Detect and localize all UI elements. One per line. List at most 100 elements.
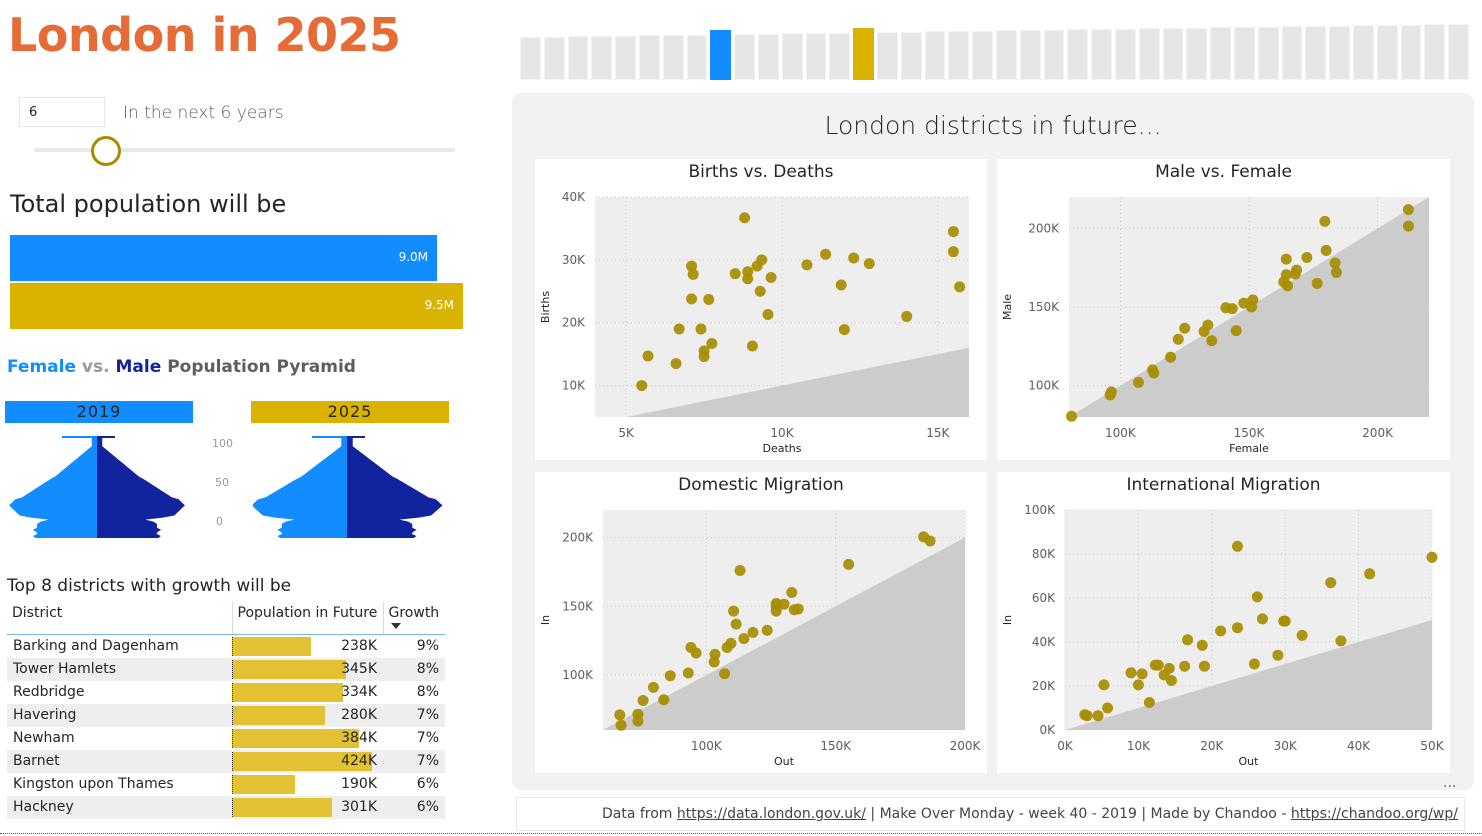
- total-bar-2025[interactable]: 9.5M: [10, 283, 463, 329]
- data-point[interactable]: [1256, 613, 1268, 625]
- data-point[interactable]: [695, 323, 707, 335]
- timeline-year-bar[interactable]: [639, 35, 660, 80]
- scatter-domestic-migration[interactable]: 100K 150K 200K 100K 150K 200K Out In: [535, 472, 987, 773]
- timeline-year-bar[interactable]: [1281, 26, 1303, 80]
- column-header-population[interactable]: Population in Future: [231, 602, 384, 635]
- timeline-year-bar[interactable]: [924, 31, 946, 80]
- data-point[interactable]: [1179, 660, 1191, 672]
- data-point[interactable]: [1330, 266, 1342, 278]
- data-point[interactable]: [738, 633, 750, 645]
- timeline-year-bar[interactable]: [853, 28, 874, 80]
- data-point[interactable]: [1251, 591, 1263, 603]
- timeline-year-bar[interactable]: [662, 35, 684, 80]
- data-point[interactable]: [1279, 615, 1291, 627]
- data-point[interactable]: [614, 709, 626, 721]
- data-point[interactable]: [1098, 679, 1110, 691]
- footer-link-data-source[interactable]: https://data.london.gov.uk/: [677, 806, 866, 822]
- timeline-year-bar[interactable]: [1115, 28, 1136, 80]
- data-point[interactable]: [754, 285, 766, 297]
- timeline-year-bar[interactable]: [1186, 27, 1208, 80]
- data-point[interactable]: [709, 648, 721, 660]
- timeline-year-bar[interactable]: [710, 30, 732, 80]
- data-point[interactable]: [729, 268, 741, 280]
- data-point[interactable]: [843, 558, 855, 570]
- pyramid-chart-2025[interactable]: [253, 432, 448, 540]
- timeline-year-bar[interactable]: [1257, 26, 1279, 80]
- scatter-births-deaths[interactable]: 5K 10K 15K 10K 20K 30K 40K Deaths Births: [535, 159, 987, 460]
- data-point[interactable]: [947, 226, 959, 238]
- table-row[interactable]: Redbridge 334K 8%: [7, 681, 445, 704]
- timeline-year-bar[interactable]: [1400, 24, 1422, 80]
- timeline-year-bar[interactable]: [948, 31, 970, 80]
- data-point[interactable]: [1163, 662, 1175, 674]
- timeline-year-bar[interactable]: [615, 35, 636, 80]
- timeline-year-bar[interactable]: [1019, 30, 1041, 80]
- data-point[interactable]: [1143, 697, 1155, 708]
- data-point[interactable]: [1148, 367, 1160, 379]
- data-point[interactable]: [835, 279, 847, 291]
- timeline-year-bar[interactable]: [996, 30, 1017, 80]
- data-point[interactable]: [1226, 303, 1238, 315]
- data-point[interactable]: [756, 254, 768, 266]
- data-point[interactable]: [1215, 625, 1227, 637]
- timeline-year-bar[interactable]: [900, 31, 922, 80]
- pyramid-chart-2019[interactable]: [8, 432, 193, 540]
- table-row[interactable]: Tower Hamlets 345K 8%: [7, 657, 445, 681]
- data-point[interactable]: [924, 535, 936, 547]
- data-point[interactable]: [765, 271, 777, 283]
- data-point[interactable]: [703, 293, 715, 305]
- data-point[interactable]: [820, 248, 832, 260]
- data-point[interactable]: [1102, 702, 1114, 714]
- timeline-year-bar[interactable]: [1376, 25, 1398, 80]
- data-point[interactable]: [1248, 658, 1260, 670]
- data-point[interactable]: [1206, 335, 1218, 347]
- data-point[interactable]: [1066, 410, 1078, 422]
- table-row[interactable]: Barnet 424K 7%: [7, 749, 445, 773]
- data-point[interactable]: [1402, 220, 1414, 232]
- data-point[interactable]: [1231, 540, 1243, 552]
- data-point[interactable]: [1132, 376, 1144, 388]
- data-point[interactable]: [1280, 253, 1292, 265]
- data-point[interactable]: [734, 565, 746, 576]
- data-point[interactable]: [1282, 280, 1294, 292]
- timeline-year-bar[interactable]: [591, 36, 613, 80]
- data-point[interactable]: [1291, 264, 1303, 276]
- timeline-year-bar[interactable]: [781, 33, 803, 80]
- data-point[interactable]: [1325, 577, 1337, 589]
- scatter-international-migration[interactable]: 0K 10K 20K 30K 40K 50K 0K 20K 40K 60K 80K 100K Out In: [997, 472, 1450, 773]
- data-point[interactable]: [1165, 675, 1177, 686]
- table-row[interactable]: Kingston upon Thames 190K 6%: [7, 773, 445, 796]
- data-point[interactable]: [1364, 568, 1376, 580]
- data-point[interactable]: [801, 259, 813, 271]
- data-point[interactable]: [1198, 660, 1210, 672]
- timeline-year-bar[interactable]: [1234, 27, 1255, 80]
- data-point[interactable]: [725, 637, 737, 649]
- data-point[interactable]: [632, 715, 644, 727]
- timeline-year-bar[interactable]: [972, 30, 993, 80]
- timeline-year-bar[interactable]: [567, 36, 589, 80]
- table-row[interactable]: Hackney 301K 6%: [7, 795, 445, 819]
- data-point[interactable]: [1182, 634, 1194, 646]
- data-point[interactable]: [636, 380, 648, 392]
- data-point[interactable]: [838, 324, 850, 336]
- data-point[interactable]: [1125, 667, 1137, 679]
- timeline-year-bar[interactable]: [543, 36, 565, 80]
- data-point[interactable]: [848, 252, 860, 264]
- data-point[interactable]: [1311, 277, 1323, 289]
- data-point[interactable]: [1231, 622, 1243, 634]
- timeline-year-bar[interactable]: [1138, 28, 1160, 80]
- data-point[interactable]: [690, 647, 702, 659]
- timeline-year-bar[interactable]: [686, 34, 708, 80]
- data-point[interactable]: [719, 668, 731, 680]
- table-row[interactable]: Newham 384K 7%: [7, 727, 445, 750]
- data-point[interactable]: [761, 624, 773, 636]
- data-point[interactable]: [1202, 319, 1214, 331]
- timeline-year-bar[interactable]: [1043, 29, 1065, 80]
- data-point[interactable]: [947, 246, 959, 258]
- data-point[interactable]: [1335, 635, 1347, 647]
- data-point[interactable]: [642, 350, 654, 362]
- data-point[interactable]: [647, 681, 659, 693]
- data-point[interactable]: [1296, 629, 1308, 641]
- total-bar-2019[interactable]: 9.0M: [10, 235, 437, 281]
- years-input[interactable]: [19, 97, 105, 127]
